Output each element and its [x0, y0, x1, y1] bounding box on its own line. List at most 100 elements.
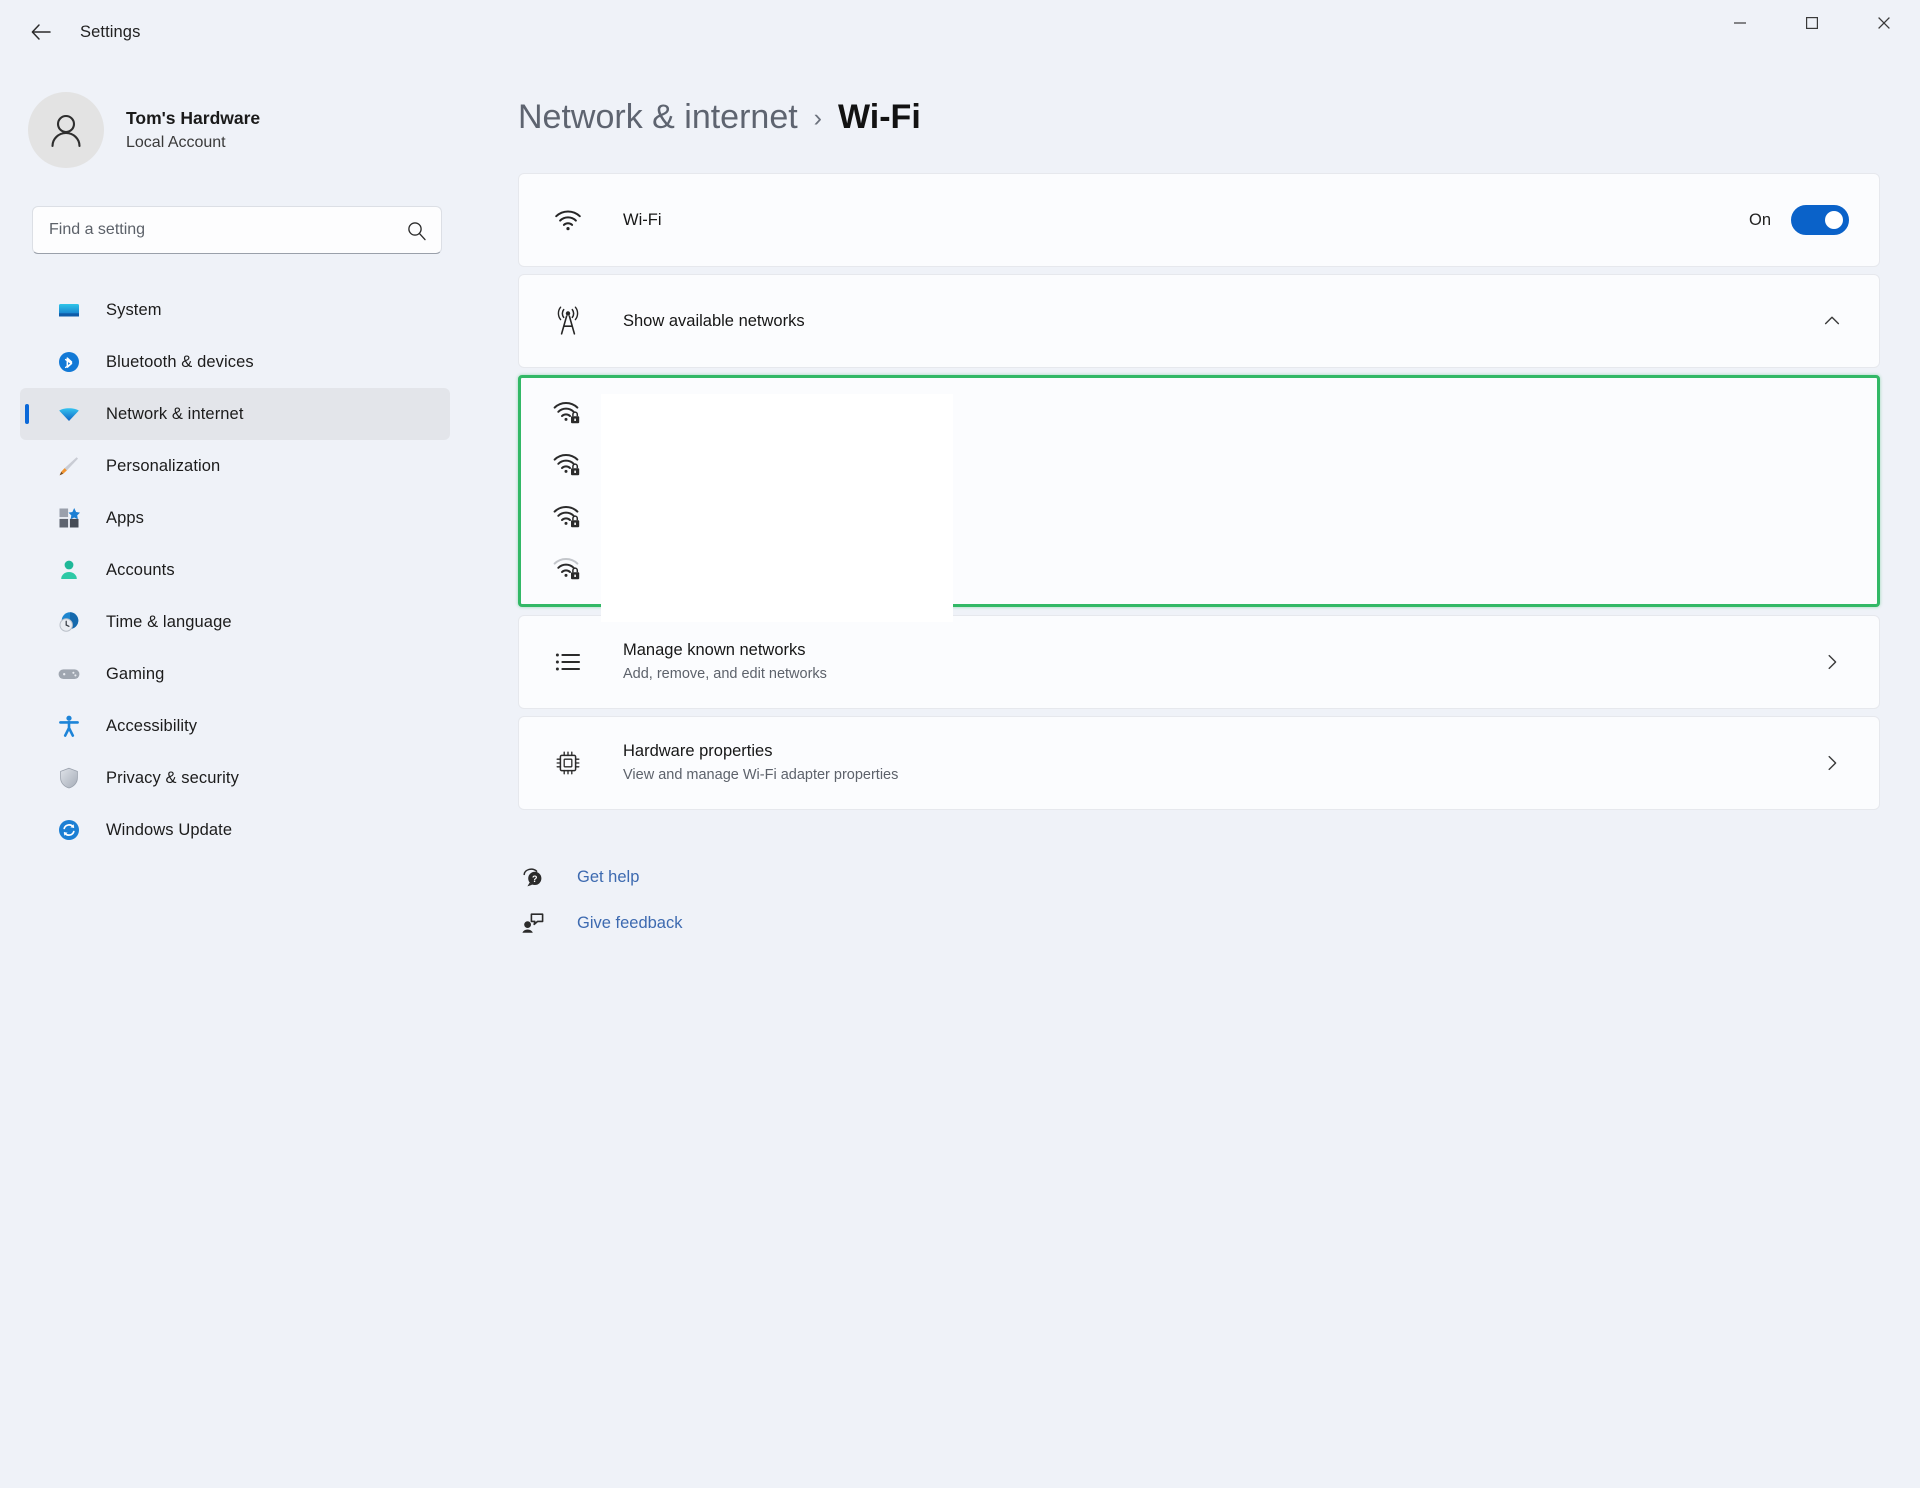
help-icon: ?: [518, 862, 548, 892]
close-button[interactable]: [1848, 0, 1920, 46]
show-networks-right: [1815, 304, 1849, 338]
sidebar-item-label: Accounts: [106, 561, 175, 580]
manage-known-networks-card[interactable]: Manage known networks Add, remove, and e…: [518, 615, 1880, 709]
manage-known-networks-texts: Manage known networks Add, remove, and e…: [623, 639, 1815, 685]
shield-icon: [56, 765, 82, 791]
sidebar-item-label: Gaming: [106, 665, 164, 684]
sidebar-item-label: Bluetooth & devices: [106, 353, 254, 372]
wifi-toggle-row: Wi-Fi On: [519, 174, 1879, 266]
sidebar-item-label: Windows Update: [106, 821, 232, 840]
toggle-knob: [1825, 211, 1843, 229]
get-help-link[interactable]: ? Get help: [518, 854, 639, 900]
gamepad-icon: [56, 661, 82, 687]
back-button[interactable]: [20, 11, 62, 53]
person-avatar-icon: [44, 108, 88, 152]
network-list-item[interactable]: [521, 542, 1877, 594]
window-title: Settings: [80, 23, 140, 42]
accessibility-icon: [56, 713, 82, 739]
wifi-secure-icon: [550, 395, 584, 429]
sidebar-item-label: Personalization: [106, 457, 220, 476]
wifi-secure-icon: [550, 447, 584, 481]
wifi-label-group: Wi-Fi: [623, 209, 1749, 231]
sidebar-item-system[interactable]: System: [20, 284, 450, 336]
arrow-left-icon: [29, 20, 53, 44]
user-profile[interactable]: Tom's Hardware Local Account: [28, 92, 470, 168]
sidebar-nav: System Bluetooth & devices: [0, 284, 470, 856]
get-help-label: Get help: [577, 868, 639, 887]
settings-window: Settings: [0, 0, 1920, 1488]
wifi-toggle-group: On: [1749, 205, 1849, 235]
sidebar-item-personalization[interactable]: Personalization: [20, 440, 450, 492]
sidebar-item-gaming[interactable]: Gaming: [20, 648, 450, 700]
wifi-secure-icon: [550, 551, 584, 585]
breadcrumb: Network & internet › Wi-Fi: [518, 98, 1872, 137]
hardware-properties-texts: Hardware properties View and manage Wi-F…: [623, 740, 1815, 786]
sidebar-item-time-language[interactable]: Time & language: [20, 596, 450, 648]
sidebar-item-windows-update[interactable]: Windows Update: [20, 804, 450, 856]
sidebar-item-label: Accessibility: [106, 717, 197, 736]
chevron-up-icon[interactable]: [1815, 304, 1849, 338]
network-list-item[interactable]: [521, 438, 1877, 490]
sidebar-item-label: System: [106, 301, 162, 320]
give-feedback-link[interactable]: Give feedback: [518, 900, 682, 946]
network-list-item[interactable]: [521, 490, 1877, 542]
profile-account-type: Local Account: [126, 132, 260, 154]
chevron-right-icon[interactable]: [1815, 645, 1849, 679]
wifi-toggle-card: Wi-Fi On: [518, 173, 1880, 267]
wifi-toggle-state-label: On: [1749, 211, 1771, 230]
feedback-icon: [518, 908, 548, 938]
hardware-properties-title: Hardware properties: [623, 740, 1815, 762]
page-title: Wi-Fi: [838, 98, 921, 137]
network-list-item[interactable]: [521, 386, 1877, 438]
search-box[interactable]: [32, 206, 442, 254]
maximize-button[interactable]: [1776, 0, 1848, 46]
window-controls: [1704, 0, 1920, 64]
broadcast-tower-icon: [551, 304, 585, 338]
settings-cards: Wi-Fi On: [518, 173, 1880, 810]
manage-known-networks-row: Manage known networks Add, remove, and e…: [519, 616, 1879, 708]
hardware-properties-card[interactable]: Hardware properties View and manage Wi-F…: [518, 716, 1880, 810]
chevron-right-icon[interactable]: [1815, 746, 1849, 780]
list-icon: [551, 645, 585, 679]
wifi-toggle[interactable]: [1791, 205, 1849, 235]
sidebar-item-label: Apps: [106, 509, 144, 528]
sidebar-item-accessibility[interactable]: Accessibility: [20, 700, 450, 752]
title-bar: Settings: [0, 0, 1920, 64]
breadcrumb-parent[interactable]: Network & internet: [518, 98, 798, 137]
profile-text: Tom's Hardware Local Account: [126, 107, 260, 153]
minimize-icon: [1733, 16, 1747, 30]
give-feedback-label: Give feedback: [577, 914, 682, 933]
svg-text:?: ?: [532, 874, 538, 884]
wifi-icon: [551, 203, 585, 237]
search-icon: [406, 220, 427, 241]
breadcrumb-separator: ›: [814, 104, 822, 133]
manage-known-networks-title: Manage known networks: [623, 639, 1815, 661]
clock-globe-icon: [56, 609, 82, 635]
close-icon: [1877, 16, 1891, 30]
hardware-properties-row: Hardware properties View and manage Wi-F…: [519, 717, 1879, 809]
hardware-properties-subtitle: View and manage Wi-Fi adapter properties: [623, 766, 1815, 786]
manage-known-networks-right: [1815, 645, 1849, 679]
minimize-button[interactable]: [1704, 0, 1776, 46]
sidebar-item-apps[interactable]: Apps: [20, 492, 450, 544]
avatar: [28, 92, 104, 168]
wifi-label: Wi-Fi: [623, 209, 1749, 231]
wifi-secure-icon: [550, 499, 584, 533]
monitor-icon: [56, 297, 82, 323]
sidebar-item-bluetooth-devices[interactable]: Bluetooth & devices: [20, 336, 450, 388]
sidebar-item-privacy-security[interactable]: Privacy & security: [20, 752, 450, 804]
chip-icon: [551, 746, 585, 780]
paintbrush-icon: [56, 453, 82, 479]
sidebar-item-label: Time & language: [106, 613, 232, 632]
show-networks-label: Show available networks: [623, 310, 1815, 332]
show-available-networks-card: Show available networks: [518, 274, 1880, 368]
sidebar: Tom's Hardware Local Account: [0, 64, 470, 1488]
person-icon: [56, 557, 82, 583]
sidebar-item-network-internet[interactable]: Network & internet: [20, 388, 450, 440]
apps-icon: [56, 505, 82, 531]
sidebar-item-accounts[interactable]: Accounts: [20, 544, 450, 596]
search-input[interactable]: [49, 221, 406, 239]
hardware-properties-right: [1815, 746, 1849, 780]
show-available-networks-row[interactable]: Show available networks: [519, 275, 1879, 367]
bluetooth-icon: [56, 349, 82, 375]
